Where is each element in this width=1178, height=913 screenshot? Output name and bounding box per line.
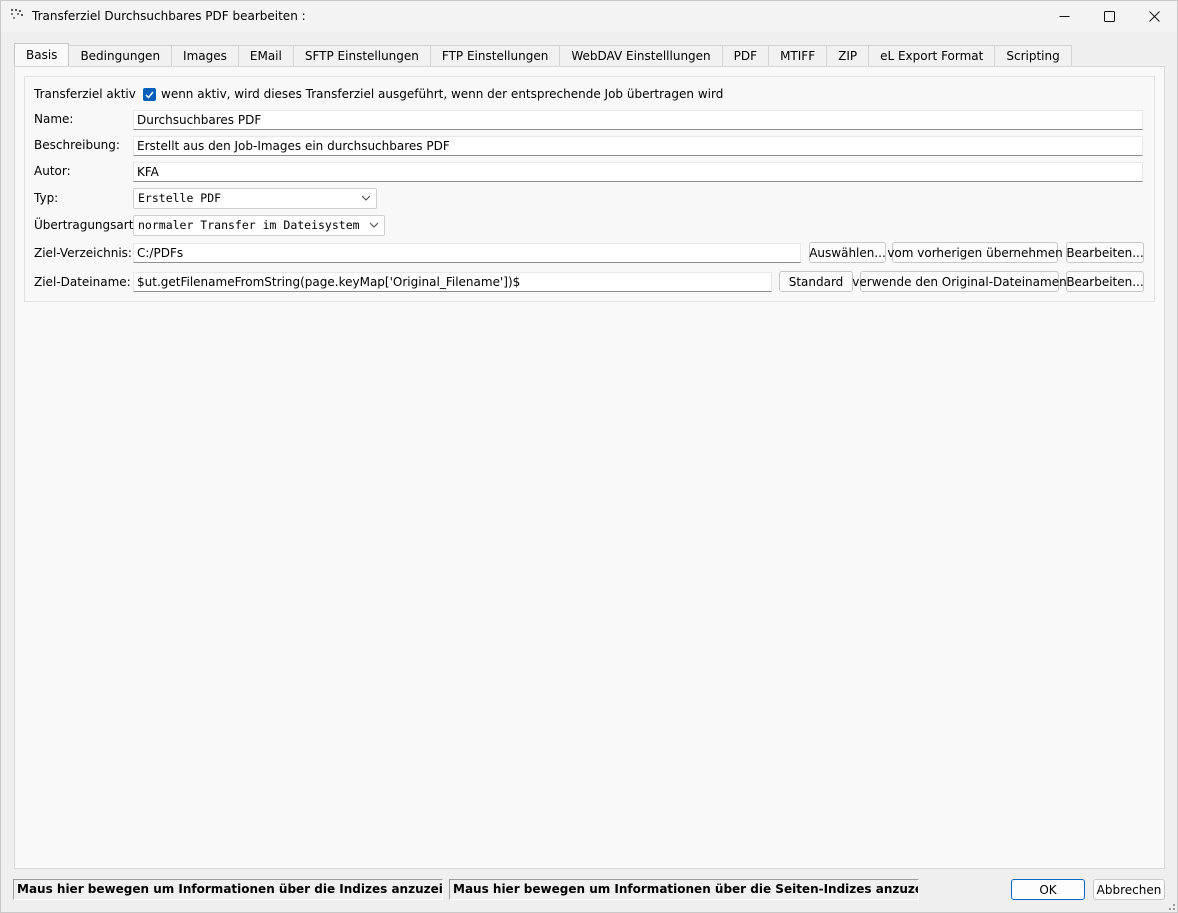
window-title: Transferziel Durchsuchbares PDF bearbeit…: [32, 9, 306, 23]
standard-button[interactable]: Standard: [779, 271, 853, 292]
target-filename-field[interactable]: $ut.getFilenameFromString(page.keyMap['O…: [133, 272, 772, 292]
minimize-icon: [1059, 16, 1069, 17]
description-label: Beschreibung:: [34, 138, 120, 152]
active-label: Transferziel aktiv: [34, 87, 136, 101]
tab-panel-basis: Transferziel aktiv wenn aktiv, wird dies…: [14, 66, 1165, 869]
type-label: Typ:: [34, 191, 59, 205]
type-select[interactable]: Erstelle PDF: [133, 188, 377, 209]
type-select-value: Erstelle PDF: [138, 191, 222, 205]
checkmark-icon: [145, 91, 154, 99]
active-checkbox-label[interactable]: wenn aktiv, wird dieses Transferziel aus…: [161, 87, 723, 101]
target-filename-label: Ziel-Dateiname:: [34, 275, 131, 289]
tab-zip[interactable]: ZIP: [826, 45, 870, 66]
tab-mtiff[interactable]: MTIFF: [768, 45, 828, 66]
tab-el-export-format[interactable]: eL Export Format: [868, 45, 996, 66]
page-indices-info-field[interactable]: Maus hier bewegen um Informationen über …: [449, 879, 919, 900]
take-previous-button[interactable]: vom vorherigen übernehmen: [887, 242, 1063, 263]
tab-basis[interactable]: Basis: [14, 43, 70, 66]
name-field[interactable]: Durchsuchbares PDF: [133, 110, 1143, 130]
tab-bar: Basis Bedingungen Images EMail SFTP Eins…: [14, 43, 1072, 66]
active-checkbox[interactable]: [143, 88, 156, 101]
transfer-mode-label: Übertragungsart:: [34, 218, 138, 232]
use-original-filename-button[interactable]: verwende den Original-Dateinamen: [852, 271, 1067, 292]
tab-scripting[interactable]: Scripting: [994, 45, 1072, 66]
tab-bedingungen[interactable]: Bedingungen: [68, 45, 173, 66]
edit-dir-button[interactable]: Bearbeiten...: [1066, 242, 1144, 263]
title-bar[interactable]: Transferziel Durchsuchbares PDF bearbeit…: [1, 1, 1177, 32]
target-dir-field[interactable]: C:/PDFs: [133, 243, 801, 263]
close-button[interactable]: [1131, 1, 1177, 32]
dialog-window: Transferziel Durchsuchbares PDF bearbeit…: [0, 0, 1178, 913]
chevron-down-icon: [361, 195, 371, 201]
ok-button[interactable]: OK: [1011, 879, 1085, 900]
indices-info-field[interactable]: Maus hier bewegen um Informationen über …: [13, 879, 443, 900]
maximize-icon: [1103, 11, 1115, 22]
transfer-mode-select[interactable]: normaler Transfer im Dateisystem: [133, 215, 385, 236]
author-label: Autor:: [34, 164, 71, 178]
transfer-mode-select-value: normaler Transfer im Dateisystem: [138, 218, 360, 232]
target-dir-label: Ziel-Verzeichnis:: [34, 246, 132, 260]
chevron-down-icon: [369, 222, 379, 228]
tab-webdav-einstellungen[interactable]: WebDAV Einstelllungen: [559, 45, 723, 66]
app-icon: [11, 9, 23, 19]
tab-images[interactable]: Images: [171, 45, 239, 66]
description-field[interactable]: Erstellt aus den Job-Images ein durchsuc…: [133, 136, 1143, 156]
close-icon: [1148, 11, 1160, 22]
tab-ftp-einstellungen[interactable]: FTP Einstellungen: [429, 45, 561, 66]
edit-filename-button[interactable]: Bearbeiten...: [1066, 271, 1144, 292]
name-label: Name:: [34, 112, 74, 126]
resize-grip-icon[interactable]: [1165, 900, 1175, 910]
minimize-button[interactable]: [1041, 1, 1087, 32]
basis-form-group: Transferziel aktiv wenn aktiv, wird dies…: [24, 76, 1155, 302]
select-dir-button[interactable]: Auswählen...: [809, 242, 886, 263]
tab-email[interactable]: EMail: [237, 45, 294, 66]
author-field[interactable]: KFA: [133, 162, 1143, 182]
tab-pdf[interactable]: PDF: [721, 45, 770, 66]
cancel-button[interactable]: Abbrechen: [1093, 879, 1165, 900]
maximize-button[interactable]: [1086, 1, 1132, 32]
tab-sftp-einstellungen[interactable]: SFTP Einstellungen: [292, 45, 431, 66]
